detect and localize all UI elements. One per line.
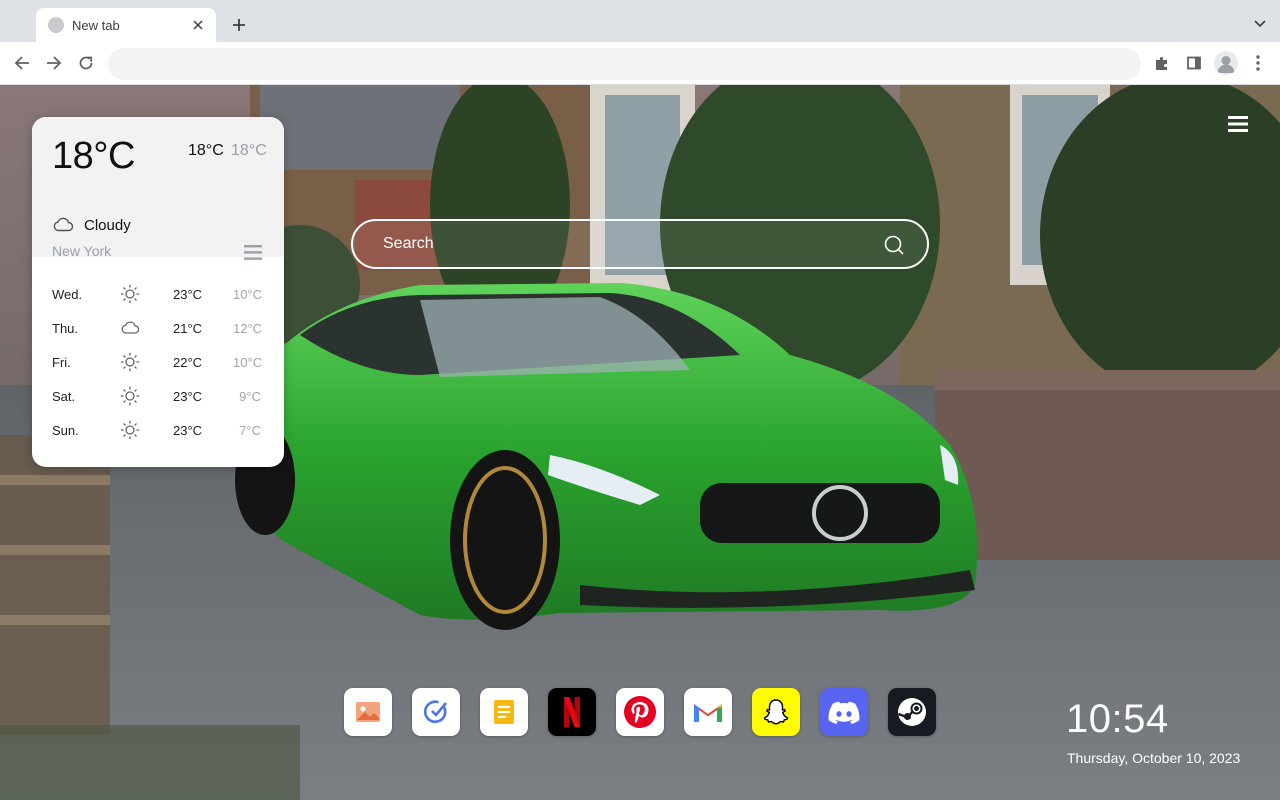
snapchat-icon xyxy=(763,699,789,725)
tab-search-chevron-icon[interactable] xyxy=(1250,14,1270,34)
weather-condition: Cloudy xyxy=(84,217,131,234)
forecast-high: 23°C xyxy=(173,423,203,438)
gmail-icon xyxy=(694,704,722,722)
forecast-low: 9°C xyxy=(239,389,261,404)
forecast-row: Thu. 21°C 12°C xyxy=(32,311,284,345)
weather-city[interactable]: New York xyxy=(52,243,111,259)
photos-icon xyxy=(356,702,380,722)
forecast-row: Wed. 23°C 10°C xyxy=(32,277,284,311)
sun-icon xyxy=(120,420,140,440)
forecast-high: 23°C xyxy=(173,389,203,404)
weather-widget: 18°C 18°C 18°C Cloudy New York Wed. 23°C… xyxy=(32,117,284,467)
forecast-row: Sun. 23°C 7°C xyxy=(32,413,284,447)
dock-app-gmail[interactable] xyxy=(684,688,732,736)
tab-close-icon[interactable] xyxy=(190,17,206,33)
search-input[interactable] xyxy=(353,221,873,267)
forecast-low: 10°C xyxy=(233,355,263,370)
tab-new-tab[interactable]: New tab xyxy=(36,8,216,42)
today-high-temperature: 18°C xyxy=(188,142,224,159)
forward-arrow-icon[interactable] xyxy=(43,52,65,74)
forecast-high: 23°C xyxy=(173,287,203,302)
new-tab-plus-icon[interactable] xyxy=(228,14,250,36)
forecast-day: Wed. xyxy=(52,287,83,302)
back-arrow-icon[interactable] xyxy=(11,52,33,74)
netflix-icon xyxy=(564,697,580,727)
tasks-icon xyxy=(423,700,447,724)
discord-icon xyxy=(828,701,860,724)
forecast-high: 22°C xyxy=(173,355,203,370)
dock-app-photos[interactable] xyxy=(344,688,392,736)
reload-icon[interactable] xyxy=(75,52,97,74)
clock-date: Thursday, October 10, 2023 xyxy=(1067,750,1241,766)
forecast-day: Fri. xyxy=(52,355,71,370)
clock-time: 10:54 xyxy=(1066,697,1169,741)
forecast-day: Sat. xyxy=(52,389,76,404)
address-bar[interactable] xyxy=(108,48,1141,80)
dock-app-snapchat[interactable] xyxy=(752,688,800,736)
profile-avatar[interactable] xyxy=(1214,51,1238,75)
new-tab-page: 18°C 18°C 18°C Cloudy New York Wed. 23°C… xyxy=(0,85,1280,800)
cloud-icon xyxy=(53,217,74,232)
notes-icon xyxy=(494,700,514,724)
forecast-row: Sat. 23°C 9°C xyxy=(32,379,284,413)
more-vert-icon[interactable] xyxy=(1247,52,1269,74)
browser-toolbar xyxy=(0,42,1280,85)
tab-title: New tab xyxy=(72,17,120,33)
steam-icon xyxy=(898,698,926,726)
sun-icon xyxy=(120,352,140,372)
dock-app-tasks[interactable] xyxy=(412,688,460,736)
search-icon[interactable] xyxy=(883,234,905,256)
search-box xyxy=(351,219,929,269)
pinterest-icon xyxy=(624,696,656,728)
forecast-day: Sun. xyxy=(52,423,79,438)
side-panel-icon[interactable] xyxy=(1183,52,1205,74)
forecast-day: Thu. xyxy=(52,321,79,336)
current-temperature: 18°C xyxy=(52,135,135,177)
today-low-temperature: 18°C xyxy=(231,142,267,159)
forecast-low: 10°C xyxy=(233,287,263,302)
dock-app-steam[interactable] xyxy=(888,688,936,736)
forecast-list: Wed. 23°C 10°C Thu. 21°C 12°C Fri. 22°C … xyxy=(32,277,284,447)
hamburger-menu-icon[interactable] xyxy=(1228,115,1248,133)
dock-app-discord[interactable] xyxy=(820,688,868,736)
sun-icon xyxy=(120,386,140,406)
dock-app-netflix[interactable] xyxy=(548,688,596,736)
forecast-high: 21°C xyxy=(173,321,203,336)
sun-icon xyxy=(120,284,140,304)
weather-list-icon[interactable] xyxy=(244,245,262,260)
extensions-puzzle-icon[interactable] xyxy=(1151,52,1173,74)
weather-current: 18°C 18°C 18°C Cloudy New York xyxy=(32,117,284,260)
tab-strip: New tab xyxy=(0,0,1280,42)
forecast-low: 7°C xyxy=(239,423,261,438)
dock-app-notes[interactable] xyxy=(480,688,528,736)
forecast-low: 12°C xyxy=(233,321,263,336)
tab-favicon-icon xyxy=(48,17,64,33)
forecast-row: Fri. 22°C 10°C xyxy=(32,345,284,379)
cloud-icon xyxy=(121,321,140,334)
dock-app-pinterest[interactable] xyxy=(616,688,664,736)
